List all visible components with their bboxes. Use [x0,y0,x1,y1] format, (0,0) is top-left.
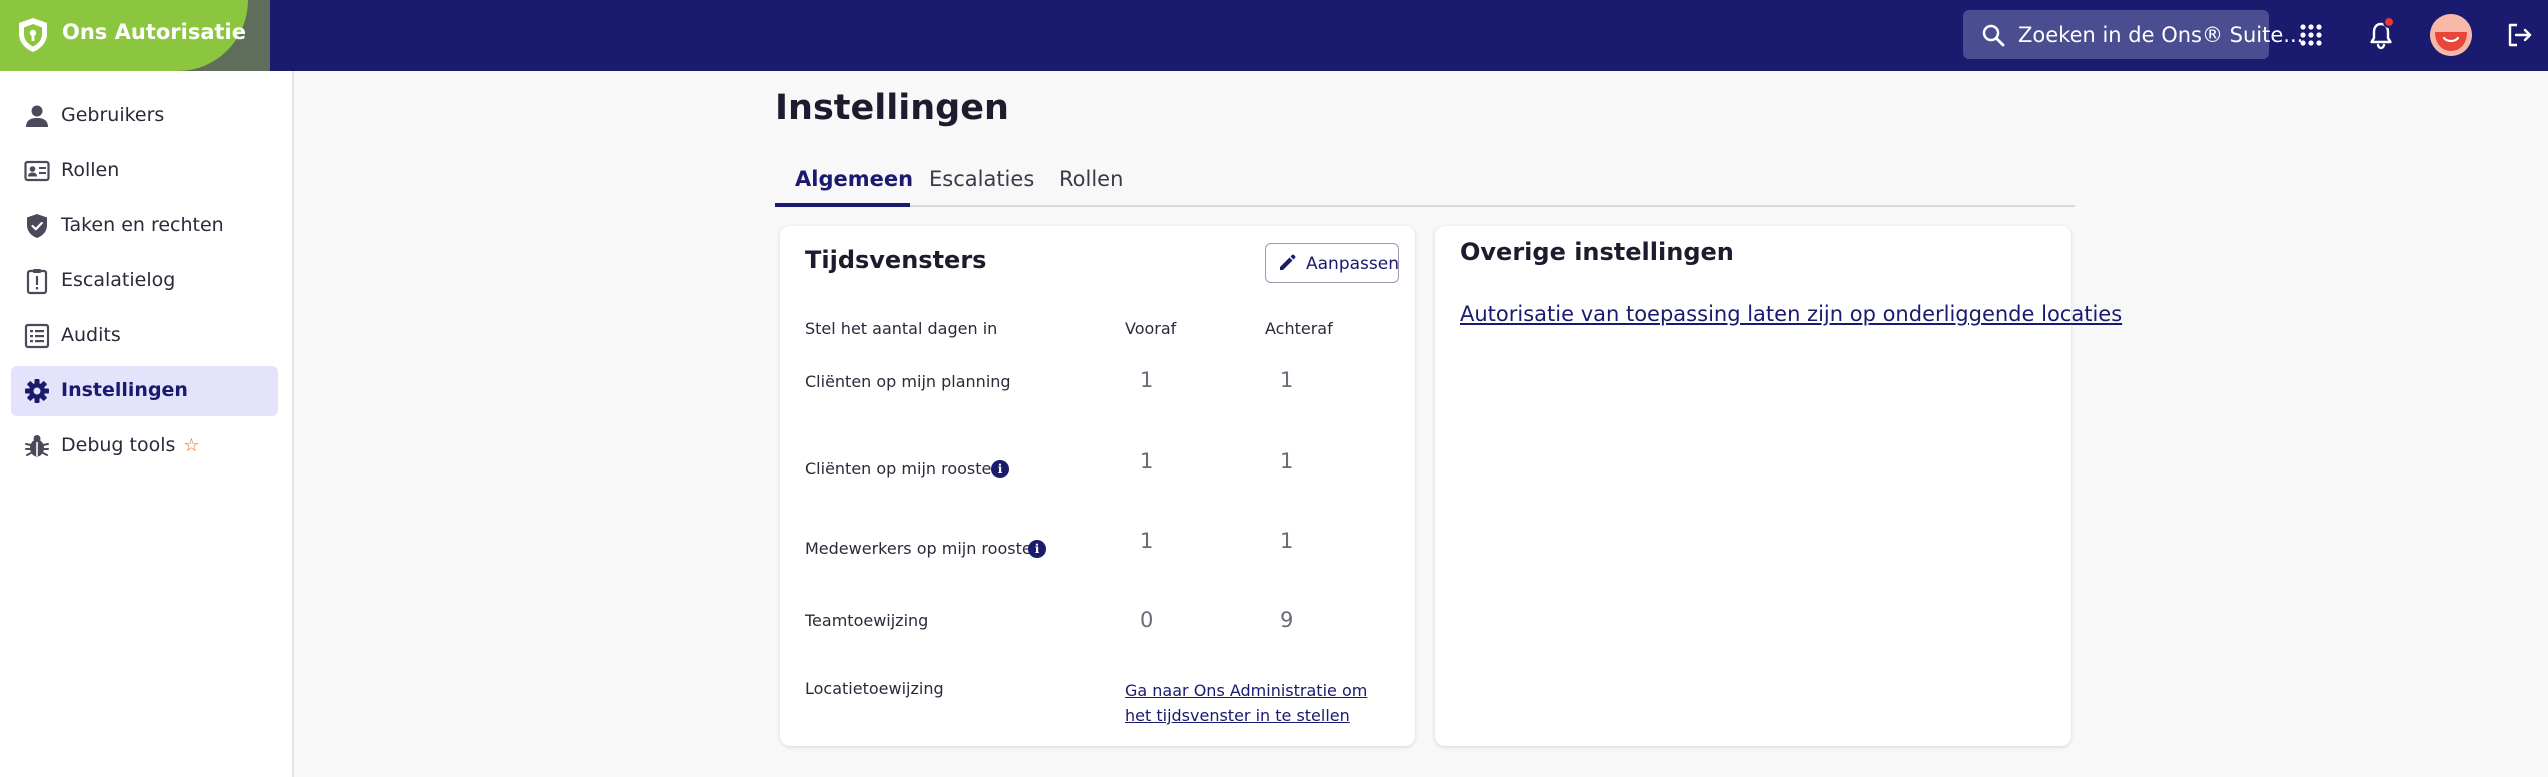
active-tab-indicator [775,203,910,207]
row-value-achteraf: 1 [1280,368,1294,392]
info-icon[interactable]: i [991,460,1009,478]
notification-badge [2383,16,2395,28]
apps-grid-icon[interactable] [2292,16,2330,54]
search-placeholder: Zoeken in de Ons® Suite... [2018,23,2304,47]
pencil-icon [1280,254,1296,270]
row-value-achteraf: 1 [1280,529,1294,553]
clipboard-alert-icon [26,269,48,295]
search-icon [1982,24,2005,47]
ons-administratie-link[interactable]: Ga naar Ons Administratie om het tijdsve… [1125,678,1395,728]
tab-rollen[interactable]: Rollen [1059,167,1123,191]
app-brand[interactable]: Ons Autorisatie [0,0,270,71]
sidebar-item-rollen[interactable]: Rollen [11,146,278,196]
sidebar-item-label: Audits [61,324,121,346]
sidebar-item-label: Gebruikers [61,104,165,126]
row-value-achteraf: 1 [1280,449,1294,473]
sidebar-item-audits[interactable]: Audits [11,311,278,361]
sidebar-item-label: Rollen [61,159,120,181]
row-label: Locatietoewijzing [805,679,944,698]
app-title: Ons Autorisatie [62,20,246,44]
overige-instellingen-card: Overige instellingen Autorisatie van toe… [1435,226,2122,746]
row-label: Cliënten op mijn rooster [805,459,998,478]
column-header-label: Stel het aantal dagen in [805,319,998,338]
sidebar-item-label: Debug tools ☆ [61,434,200,456]
list-icon [24,323,50,349]
top-bar: Ons Autorisatie Zoeken in de Ons® Suite.… [0,0,2548,71]
sidebar-item-instellingen[interactable]: Instellingen [11,366,278,416]
card-title: Tijdsvensters [805,246,987,274]
card-title: Overige instellingen [1460,238,1734,266]
avatar-face-icon [2430,14,2472,56]
tijdsvensters-card: Tijdsvensters Aanpassen Stel het aantal … [780,226,1415,746]
notifications-button[interactable] [2362,16,2400,54]
edit-button[interactable]: Aanpassen [1265,243,1399,283]
bug-icon [25,435,49,457]
column-header-achteraf: Achteraf [1265,319,1333,338]
tab-algemeen[interactable]: Algemeen [795,167,913,191]
row-value-vooraf: 1 [1140,368,1154,392]
sidebar-item-taken-en-rechten[interactable]: Taken en rechten [11,201,278,251]
gear-icon [25,379,49,403]
user-avatar[interactable] [2430,14,2472,56]
row-label: Medewerkers op mijn rooster [805,539,1039,558]
page-title: Instellingen [775,88,1009,128]
sidebar-item-label: Escalatielog [61,269,176,291]
debug-tools-label: Debug tools [61,434,176,456]
tab-bar: Algemeen Escalaties Rollen [775,157,2075,207]
sublocation-authorization-link[interactable]: Autorisatie van toepassing laten zijn op… [1460,302,2122,326]
shield-logo-icon [19,18,47,52]
id-card-icon [24,160,50,182]
sidebar-item-gebruikers[interactable]: Gebruikers [11,91,278,141]
star-icon: ☆ [183,435,200,456]
global-search[interactable]: Zoeken in de Ons® Suite... [1963,10,2303,59]
shield-check-icon [27,214,47,238]
column-header-vooraf: Vooraf [1125,319,1177,338]
sidebar-item-label: Taken en rechten [61,214,224,236]
person-icon [26,105,48,127]
sidebar: Gebruikers Rollen Taken en rechten Escal… [0,71,294,777]
row-value-vooraf: 0 [1140,608,1154,632]
row-value-achteraf: 9 [1280,608,1294,632]
row-label: Teamtoewijzing [805,611,929,630]
row-value-vooraf: 1 [1140,529,1154,553]
edit-button-label: Aanpassen [1306,254,1399,274]
sidebar-item-debug-tools[interactable]: Debug tools ☆ [11,421,278,471]
sidebar-item-label: Instellingen [61,379,188,401]
row-value-vooraf: 1 [1140,449,1154,473]
sidebar-item-escalatielog[interactable]: Escalatielog [11,256,278,306]
tab-escalaties[interactable]: Escalaties [929,167,1034,191]
info-icon[interactable]: i [1028,540,1046,558]
logout-icon[interactable] [2500,16,2538,54]
row-label: Cliënten op mijn planning [805,372,1011,391]
